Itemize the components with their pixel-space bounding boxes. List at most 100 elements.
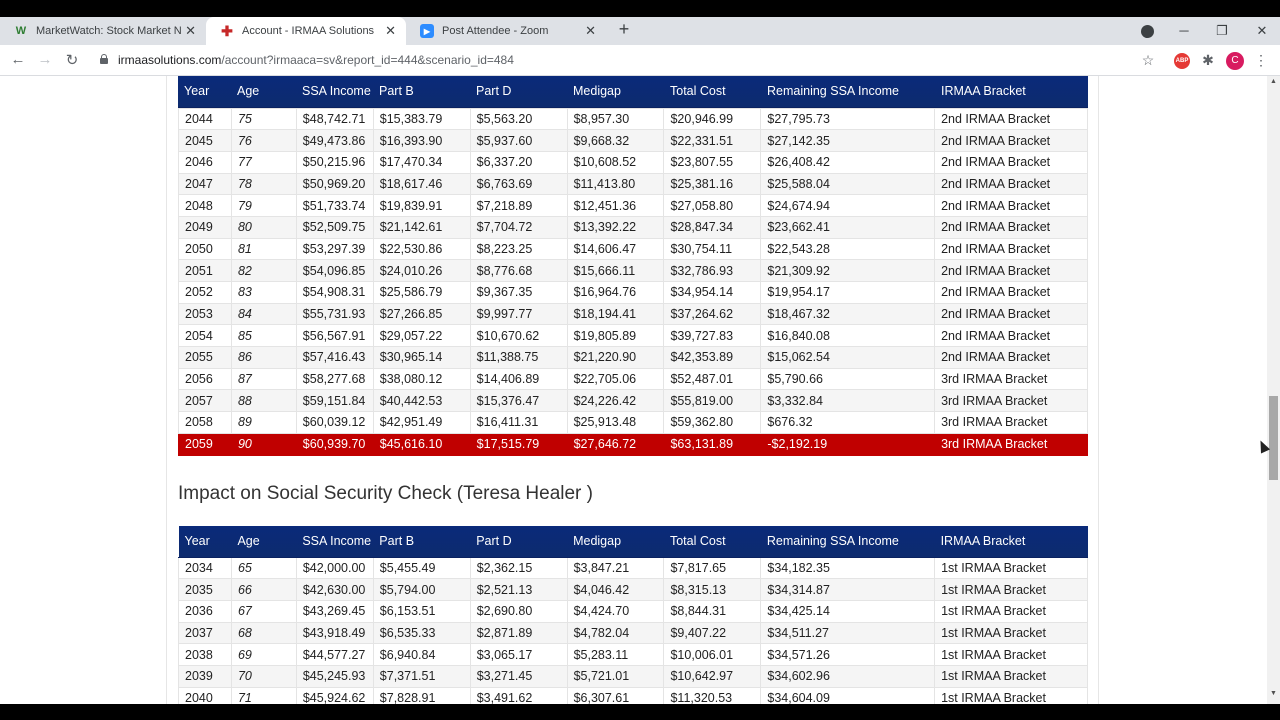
table-row: 2036 67 $43,269.45 $6,153.51 $2,690.80 $4,424… xyxy=(178,600,1088,623)
cell-part-b: $38,080.12 xyxy=(373,368,471,391)
column-header-medigap: Medigap xyxy=(567,526,664,558)
cell-age: 76 xyxy=(231,129,297,152)
cell-age: 79 xyxy=(231,194,297,217)
extensions-puzzle-icon[interactable]: ✱ xyxy=(1199,52,1217,69)
cell-total-cost: $34,954.14 xyxy=(663,281,762,304)
cell-part-d: $6,337.20 xyxy=(470,151,568,174)
minimize-button[interactable]: ─ xyxy=(1166,17,1202,45)
cell-part-b: $22,530.86 xyxy=(373,238,471,261)
cell-part-b: $27,266.85 xyxy=(373,303,471,326)
column-header-year: Year xyxy=(178,76,231,108)
cell-year: 2050 xyxy=(178,238,232,261)
cell-year: 2038 xyxy=(178,643,232,666)
forward-arrow-icon[interactable]: → xyxy=(35,51,55,68)
close-icon[interactable]: ✕ xyxy=(385,23,396,39)
cell-part-d: $2,871.89 xyxy=(470,622,568,645)
table-row: 2050 81 $53,297.39 $22,530.86 $8,223.25 $14,6… xyxy=(178,238,1088,261)
address-bar[interactable]: irmaasolutions.com/account?irmaaca=sv&re… xyxy=(118,53,514,67)
tab-title: Account - IRMAA Solutions xyxy=(242,25,375,37)
cell-total-cost: $30,754.11 xyxy=(663,238,762,261)
cell-medigap: $24,226.42 xyxy=(567,389,665,413)
cell-medigap: $3,847.21 xyxy=(567,557,665,580)
tab-strip: W MarketWatch: Stock Market News ✕ ✚ Acc… xyxy=(0,17,1280,45)
cell-ssa-income: $45,245.93 xyxy=(296,665,374,688)
cell-total-cost: $9,407.22 xyxy=(663,622,762,645)
cell-ssa-income: $54,096.85 xyxy=(296,259,374,282)
profile-avatar[interactable]: C xyxy=(1226,52,1244,70)
cell-part-b: $6,940.84 xyxy=(373,643,471,666)
cell-remaining-ssa-income: $23,662.41 xyxy=(760,216,936,239)
cell-irmaa-bracket: 2nd IRMAA Bracket xyxy=(934,216,1088,239)
cell-total-cost: $32,786.93 xyxy=(663,259,762,282)
cell-medigap: $4,046.42 xyxy=(567,578,665,601)
menu-kebab-icon[interactable]: ⋮ xyxy=(1252,52,1270,69)
lock-icon[interactable] xyxy=(100,54,108,64)
tab-irmaa[interactable]: ✚ Account - IRMAA Solutions ✕ xyxy=(206,17,406,45)
cell-total-cost: $59,362.80 xyxy=(663,411,762,434)
cell-remaining-ssa-income: $34,314.87 xyxy=(760,578,936,601)
cell-ssa-income: $43,269.45 xyxy=(296,600,374,623)
cell-total-cost: $39,727.83 xyxy=(663,324,762,348)
cell-part-b: $24,010.26 xyxy=(373,259,471,282)
column-header-ssa-income: SSA Income xyxy=(296,526,374,558)
close-icon[interactable]: ✕ xyxy=(185,23,196,39)
cell-year: 2045 xyxy=(178,129,232,152)
back-arrow-icon[interactable]: ← xyxy=(8,51,28,68)
cell-remaining-ssa-income: -$2,192.19 xyxy=(760,433,936,456)
scroll-down-arrow-icon[interactable]: ▼ xyxy=(1269,690,1278,697)
scrollbar-thumb[interactable] xyxy=(1269,396,1278,480)
cell-total-cost: $37,264.62 xyxy=(663,303,762,326)
column-header-age: Age xyxy=(231,526,297,558)
cell-remaining-ssa-income: $34,571.26 xyxy=(760,643,936,666)
cell-medigap: $12,451.36 xyxy=(567,194,665,217)
cell-medigap: $4,782.04 xyxy=(567,622,665,645)
cell-year: 2048 xyxy=(178,194,232,217)
cell-ssa-income: $57,416.43 xyxy=(296,346,374,369)
adblock-icon[interactable]: ABP xyxy=(1174,53,1190,69)
cell-irmaa-bracket: 1st IRMAA Bracket xyxy=(934,665,1088,688)
cell-year: 2035 xyxy=(178,578,232,601)
maximize-button[interactable]: ❐ xyxy=(1204,17,1240,45)
tab-zoom[interactable]: ▶ Post Attendee - Zoom ✕ xyxy=(406,17,606,45)
column-header-total-cost: Total Cost xyxy=(664,76,761,108)
cell-part-d: $14,406.89 xyxy=(470,368,568,391)
cell-remaining-ssa-income: $25,588.04 xyxy=(760,173,936,196)
table-row: 2035 66 $42,630.00 $5,794.00 $2,521.13 $4,046… xyxy=(178,578,1088,601)
bookmark-star-icon[interactable]: ☆ xyxy=(1139,52,1157,69)
table-row: 2045 76 $49,473.86 $16,393.90 $5,937.60 $9,66… xyxy=(178,129,1088,152)
cell-total-cost: $8,315.13 xyxy=(663,578,762,601)
tab-marketwatch[interactable]: W MarketWatch: Stock Market News ✕ xyxy=(0,17,206,45)
cell-year: 2049 xyxy=(178,216,232,239)
cell-total-cost: $8,844.31 xyxy=(663,600,762,623)
table-row: 2051 82 $54,096.85 $24,010.26 $8,776.68 $15,6… xyxy=(178,259,1088,282)
cell-medigap: $16,964.76 xyxy=(567,281,665,304)
close-icon[interactable]: ✕ xyxy=(585,23,596,39)
new-tab-button[interactable]: + xyxy=(612,19,636,40)
cell-age: 89 xyxy=(231,411,297,434)
cell-ssa-income: $51,733.74 xyxy=(296,194,374,217)
marketwatch-icon: W xyxy=(15,25,27,37)
cell-part-b: $18,617.46 xyxy=(373,173,471,196)
cell-irmaa-bracket: 2nd IRMAA Bracket xyxy=(934,303,1088,326)
reload-icon[interactable]: ↻ xyxy=(62,51,82,69)
window-close-button[interactable]: ✕ xyxy=(1244,17,1280,45)
cell-irmaa-bracket: 2nd IRMAA Bracket xyxy=(934,151,1088,174)
cell-remaining-ssa-income: $34,602.96 xyxy=(760,665,936,688)
cell-ssa-income: $53,297.39 xyxy=(296,238,374,261)
cell-year: 2058 xyxy=(178,411,232,434)
cell-age: 83 xyxy=(231,281,297,304)
cell-medigap: $5,721.01 xyxy=(567,665,665,688)
cell-age: 77 xyxy=(231,151,297,174)
table-row: 2059 90 $60,939.70 $45,616.10 $17,515.79 $27,… xyxy=(178,433,1088,456)
cell-year: 2057 xyxy=(178,389,232,413)
vertical-scrollbar[interactable]: ▲ ▼ xyxy=(1267,76,1280,704)
cell-total-cost: $55,819.00 xyxy=(663,389,762,413)
table-row: 2044 75 $48,742.71 $15,383.79 $5,563.20 $8,95… xyxy=(178,108,1088,131)
cell-year: 2054 xyxy=(178,324,232,348)
scroll-up-arrow-icon[interactable]: ▲ xyxy=(1269,78,1278,85)
cell-part-b: $5,794.00 xyxy=(373,578,471,601)
cell-medigap: $4,424.70 xyxy=(567,600,665,623)
cell-part-d: $7,218.89 xyxy=(470,194,568,217)
cell-part-d: $11,388.75 xyxy=(470,346,568,369)
tab-search-icon[interactable] xyxy=(1141,25,1154,38)
